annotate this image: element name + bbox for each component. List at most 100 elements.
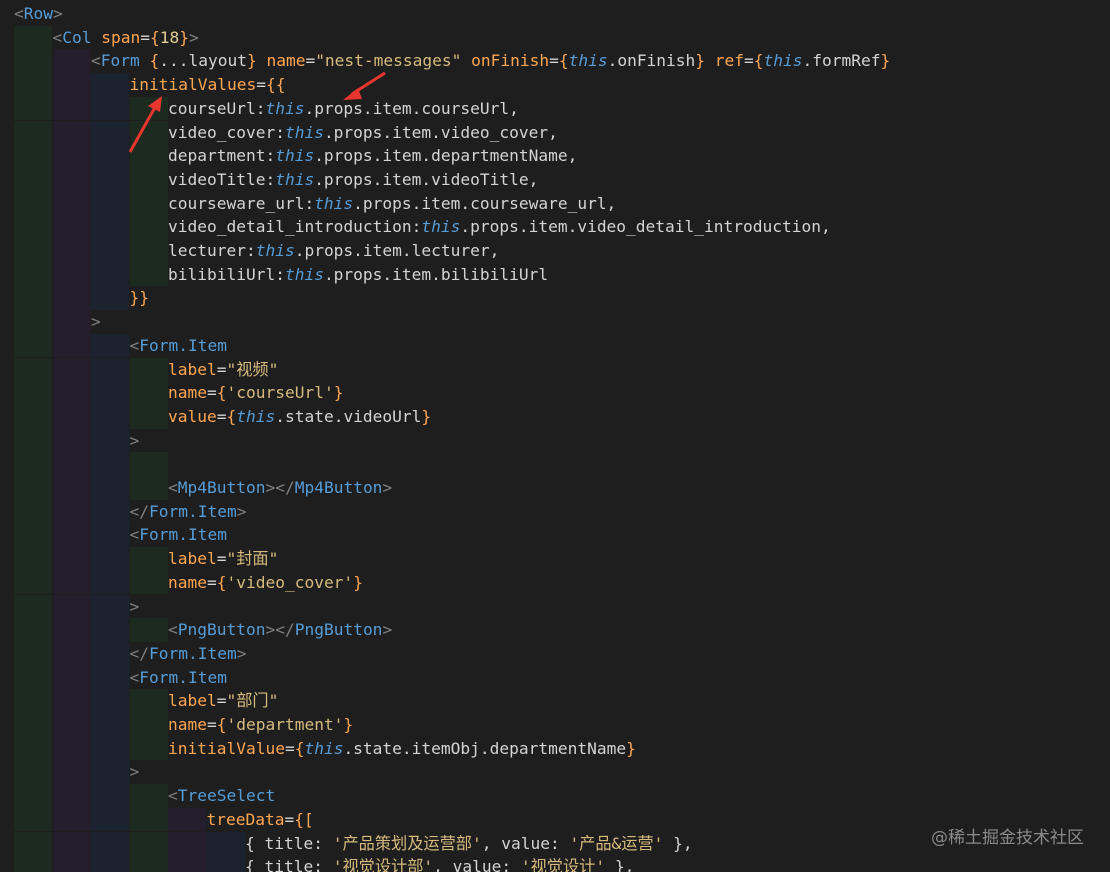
code-line[interactable]: </Form.Item>: [0, 642, 1110, 666]
code-token: , value:: [433, 857, 521, 872]
code-token: video_detail_introduction:: [168, 217, 422, 237]
code-line[interactable]: courseware_url:this.props.item.coursewar…: [0, 192, 1110, 216]
code-token: this: [763, 51, 803, 71]
code-line[interactable]: >: [0, 310, 1110, 334]
code-token: ></: [265, 620, 295, 640]
code-line[interactable]: label="视频": [0, 358, 1110, 382]
code-token: Form.Item: [139, 525, 227, 545]
code-line[interactable]: name={'department'}: [0, 713, 1110, 737]
code-token: }: [695, 51, 706, 71]
code-line[interactable]: }}: [0, 286, 1110, 310]
code-token: label: [168, 549, 217, 569]
code-token: {{: [265, 75, 286, 95]
code-token: '视觉设计部': [332, 857, 434, 872]
code-token: >: [382, 620, 393, 640]
code-line[interactable]: <Mp4Button></Mp4Button>: [0, 476, 1110, 500]
code-token: label: [168, 359, 217, 379]
code-line[interactable]: bilibiliUrl:this.props.item.bilibiliUrl: [0, 263, 1110, 287]
code-token: },: [605, 857, 635, 872]
code-line[interactable]: >: [0, 595, 1110, 619]
code-token: "部门": [226, 691, 279, 711]
code-token: <: [129, 335, 140, 355]
code-line[interactable]: department:this.props.item.departmentNam…: [0, 144, 1110, 168]
code-token: PngButton: [177, 620, 266, 640]
code-token: }: [343, 715, 354, 734]
code-token: {: [753, 51, 764, 71]
code-token: }: [353, 572, 363, 592]
code-token: this: [275, 146, 315, 166]
code-token: this: [284, 264, 324, 284]
code-line[interactable]: initialValue={this.state.itemObj.departm…: [0, 737, 1110, 761]
code-token: =: [744, 51, 754, 71]
code-line[interactable]: video_detail_introduction:this.props.ite…: [0, 215, 1110, 239]
code-token: this: [265, 98, 305, 118]
code-token: }: [246, 51, 257, 71]
code-line[interactable]: <Form.Item: [0, 334, 1110, 358]
code-token: "封面": [226, 549, 279, 569]
code-token: bilibiliUrl:: [168, 264, 285, 284]
code-line[interactable]: courseUrl:this.props.item.courseUrl,: [0, 97, 1110, 121]
code-token: span: [101, 27, 141, 47]
code-line[interactable]: <Form.Item: [0, 523, 1110, 547]
code-token: =: [549, 51, 559, 71]
code-token: Form.Item: [139, 667, 227, 687]
code-token: ></: [265, 478, 295, 497]
code-token: }: [333, 383, 344, 403]
code-editor[interactable]: <Row> <Col span={18}> <Form {...layout} na…: [0, 0, 1110, 872]
code-token: >: [236, 501, 247, 521]
code-token: }: [626, 738, 636, 758]
code-token: .props.item.courseUrl,: [304, 98, 519, 118]
code-token: this: [314, 193, 354, 213]
code-token: >: [129, 762, 140, 782]
code-line[interactable]: <PngButton></PngButton>: [0, 618, 1110, 642]
code-line[interactable]: <Row>: [0, 2, 1110, 26]
code-line[interactable]: <TreeSelect: [0, 784, 1110, 808]
code-line[interactable]: >: [0, 429, 1110, 453]
code-line[interactable]: video_cover:this.props.item.video_cover,: [0, 121, 1110, 145]
code-token: >: [129, 430, 140, 450]
code-line[interactable]: name={'courseUrl'}: [0, 381, 1110, 405]
code-token: .state.videoUrl: [275, 406, 422, 426]
code-token: ref: [714, 51, 745, 71]
code-token: Mp4Button: [177, 478, 266, 497]
code-token: {[: [294, 809, 314, 829]
code-token: Form.Item: [149, 643, 237, 663]
code-token: }: [880, 51, 891, 71]
code-token: .props.item.departmentName,: [314, 146, 578, 166]
code-token: {: [149, 27, 160, 47]
code-token: =: [284, 809, 295, 829]
code-token: department:: [168, 146, 276, 166]
code-line[interactable]: <Form.Item: [0, 666, 1110, 690]
code-token: "视频": [226, 359, 279, 379]
code-token: .props.item.bilibiliUrl: [323, 264, 549, 284]
code-line[interactable]: initialValues={{: [0, 73, 1110, 97]
code-token: =: [206, 383, 217, 403]
code-token: >: [129, 596, 140, 616]
code-line[interactable]: label="封面": [0, 547, 1110, 571]
code-line[interactable]: </Form.Item>: [0, 500, 1110, 524]
code-token: videoTitle:: [168, 169, 276, 189]
code-line[interactable]: >: [0, 760, 1110, 784]
code-line[interactable]: value={this.state.videoUrl}: [0, 405, 1110, 429]
code-line[interactable]: videoTitle:this.props.item.videoTitle,: [0, 168, 1110, 192]
code-line[interactable]: name={'video_cover'}: [0, 571, 1110, 595]
code-token: }: [179, 27, 189, 47]
code-line[interactable]: label="部门": [0, 689, 1110, 713]
code-token: ...layout: [159, 51, 247, 71]
code-line[interactable]: <Col span={18}>: [0, 26, 1110, 50]
code-token: .onFinish: [607, 51, 696, 71]
code-line[interactable]: { title: '视觉设计部', value: '视觉设计' },: [0, 855, 1110, 872]
code-token: {: [558, 51, 569, 71]
code-token: lecturer:: [168, 241, 256, 260]
code-line[interactable]: lecturer:this.props.item.lecturer,: [0, 239, 1110, 263]
code-token: 'video_cover': [226, 572, 354, 592]
code-line[interactable]: <Form {...layout} name="nest-messages" o…: [0, 49, 1110, 73]
code-token: "nest-messages": [315, 51, 462, 71]
code-line[interactable]: [0, 452, 1110, 476]
code-token: <: [129, 525, 140, 545]
code-token: </: [129, 501, 150, 521]
code-token: {: [149, 51, 160, 71]
code-token: Row: [23, 4, 53, 23]
code-token: Mp4Button: [294, 478, 383, 497]
